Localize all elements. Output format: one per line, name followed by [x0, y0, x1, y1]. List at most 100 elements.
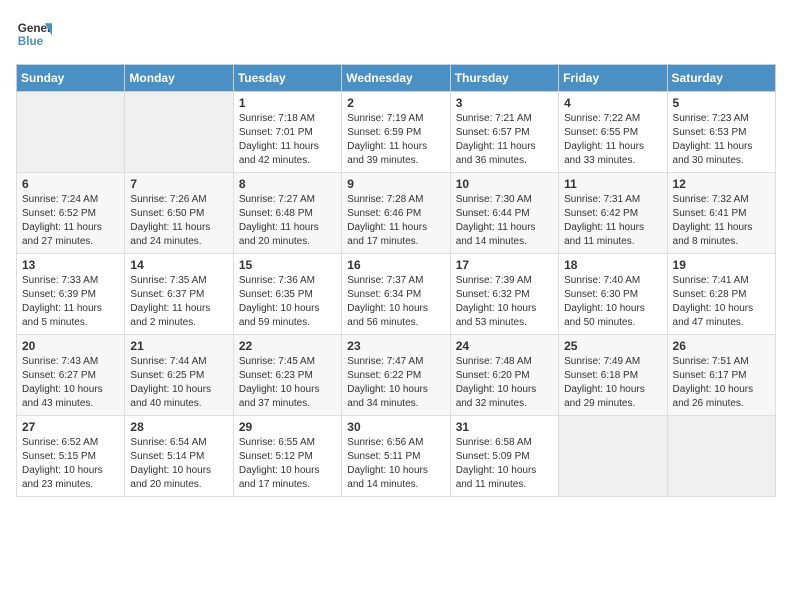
day-info: Sunrise: 7:39 AM Sunset: 6:32 PM Dayligh…: [456, 274, 553, 330]
day-header: Wednesday: [342, 65, 450, 92]
day-info: Sunrise: 7:19 AM Sunset: 6:59 PM Dayligh…: [347, 112, 444, 168]
day-info: Sunrise: 7:41 AM Sunset: 6:28 PM Dayligh…: [673, 274, 770, 330]
day-info: Sunrise: 7:49 AM Sunset: 6:18 PM Dayligh…: [564, 355, 661, 411]
calendar-cell: 30Sunrise: 6:56 AM Sunset: 5:11 PM Dayli…: [342, 416, 450, 497]
day-number: 28: [130, 420, 227, 434]
day-info: Sunrise: 7:40 AM Sunset: 6:30 PM Dayligh…: [564, 274, 661, 330]
day-number: 21: [130, 339, 227, 353]
calendar-cell: 22 Sunrise: 7:45 AM Sunset: 6:23 PM Dayli…: [233, 335, 341, 416]
day-info: Sunrise: 7:45 AM Sunset: 6:23 PM Dayligh…: [239, 355, 336, 411]
day-header: Friday: [559, 65, 667, 92]
day-number: 3: [456, 96, 553, 110]
calendar-body: 1 Sunrise: 7:18 AM Sunset: 7:01 PM Daylig…: [17, 92, 776, 497]
logo: General Blue: [16, 16, 54, 52]
day-number: 4: [564, 96, 661, 110]
calendar-cell: 21 Sunrise: 7:44 AM Sunset: 6:25 PM Dayli…: [125, 335, 233, 416]
calendar-cell: 16Sunrise: 7:37 AM Sunset: 6:34 PM Dayli…: [342, 254, 450, 335]
day-number: 22: [239, 339, 336, 353]
calendar-cell: 31Sunrise: 6:58 AM Sunset: 5:09 PM Dayli…: [450, 416, 558, 497]
day-number: 11: [564, 177, 661, 191]
day-info: Sunrise: 7:51 AM Sunset: 6:17 PM Dayligh…: [673, 355, 770, 411]
day-number: 6: [22, 177, 119, 191]
day-info: Sunrise: 6:54 AM Sunset: 5:14 PM Dayligh…: [130, 436, 227, 492]
calendar-cell: 20Sunrise: 7:43 AM Sunset: 6:27 PM Dayli…: [17, 335, 125, 416]
day-number: 7: [130, 177, 227, 191]
day-info: Sunrise: 7:43 AM Sunset: 6:27 PM Dayligh…: [22, 355, 119, 411]
day-number: 13: [22, 258, 119, 272]
day-header: Saturday: [667, 65, 775, 92]
day-info: Sunrise: 7:36 AM Sunset: 6:35 PM Dayligh…: [239, 274, 336, 330]
day-info: Sunrise: 7:31 AM Sunset: 6:42 PM Dayligh…: [564, 193, 661, 249]
day-number: 30: [347, 420, 444, 434]
calendar-cell: 9 Sunrise: 7:28 AM Sunset: 6:46 PM Daylig…: [342, 173, 450, 254]
calendar-cell: 19 Sunrise: 7:41 AM Sunset: 6:28 PM Dayli…: [667, 254, 775, 335]
calendar-cell: [667, 416, 775, 497]
day-number: 18: [564, 258, 661, 272]
calendar-header: SundayMondayTuesdayWednesdayThursdayFrid…: [17, 65, 776, 92]
calendar-week: 27Sunrise: 6:52 AM Sunset: 5:15 PM Dayli…: [17, 416, 776, 497]
calendar-cell: 10Sunrise: 7:30 AM Sunset: 6:44 PM Dayli…: [450, 173, 558, 254]
day-number: 23: [347, 339, 444, 353]
day-info: Sunrise: 7:27 AM Sunset: 6:48 PM Dayligh…: [239, 193, 336, 249]
svg-text:Blue: Blue: [18, 35, 44, 48]
day-number: 8: [239, 177, 336, 191]
day-info: Sunrise: 7:24 AM Sunset: 6:52 PM Dayligh…: [22, 193, 119, 249]
day-number: 14: [130, 258, 227, 272]
day-number: 2: [347, 96, 444, 110]
day-header: Monday: [125, 65, 233, 92]
day-info: Sunrise: 7:48 AM Sunset: 6:20 PM Dayligh…: [456, 355, 553, 411]
calendar-cell: 8 Sunrise: 7:27 AM Sunset: 6:48 PM Daylig…: [233, 173, 341, 254]
day-number: 31: [456, 420, 553, 434]
day-info: Sunrise: 6:55 AM Sunset: 5:12 PM Dayligh…: [239, 436, 336, 492]
day-info: Sunrise: 7:26 AM Sunset: 6:50 PM Dayligh…: [130, 193, 227, 249]
calendar-cell: 1 Sunrise: 7:18 AM Sunset: 7:01 PM Daylig…: [233, 92, 341, 173]
day-header: Tuesday: [233, 65, 341, 92]
day-info: Sunrise: 6:52 AM Sunset: 5:15 PM Dayligh…: [22, 436, 119, 492]
day-info: Sunrise: 7:32 AM Sunset: 6:41 PM Dayligh…: [673, 193, 770, 249]
calendar-cell: 27Sunrise: 6:52 AM Sunset: 5:15 PM Dayli…: [17, 416, 125, 497]
day-number: 10: [456, 177, 553, 191]
calendar-cell: [559, 416, 667, 497]
calendar-cell: 23 Sunrise: 7:47 AM Sunset: 6:22 PM Dayli…: [342, 335, 450, 416]
day-number: 25: [564, 339, 661, 353]
day-info: Sunrise: 7:33 AM Sunset: 6:39 PM Dayligh…: [22, 274, 119, 330]
calendar-cell: 25 Sunrise: 7:49 AM Sunset: 6:18 PM Dayli…: [559, 335, 667, 416]
calendar-cell: 24 Sunrise: 7:48 AM Sunset: 6:20 PM Dayli…: [450, 335, 558, 416]
day-number: 12: [673, 177, 770, 191]
day-info: Sunrise: 7:22 AM Sunset: 6:55 PM Dayligh…: [564, 112, 661, 168]
day-number: 26: [673, 339, 770, 353]
day-header: Thursday: [450, 65, 558, 92]
calendar-cell: 4 Sunrise: 7:22 AM Sunset: 6:55 PM Daylig…: [559, 92, 667, 173]
calendar-week: 20Sunrise: 7:43 AM Sunset: 6:27 PM Dayli…: [17, 335, 776, 416]
day-number: 1: [239, 96, 336, 110]
day-info: Sunrise: 7:47 AM Sunset: 6:22 PM Dayligh…: [347, 355, 444, 411]
calendar-cell: 18 Sunrise: 7:40 AM Sunset: 6:30 PM Dayli…: [559, 254, 667, 335]
calendar-cell: 2 Sunrise: 7:19 AM Sunset: 6:59 PM Daylig…: [342, 92, 450, 173]
calendar-cell: 13 Sunrise: 7:33 AM Sunset: 6:39 PM Dayli…: [17, 254, 125, 335]
day-info: Sunrise: 7:23 AM Sunset: 6:53 PM Dayligh…: [673, 112, 770, 168]
day-number: 24: [456, 339, 553, 353]
calendar-cell: 12 Sunrise: 7:32 AM Sunset: 6:41 PM Dayli…: [667, 173, 775, 254]
calendar-cell: 14 Sunrise: 7:35 AM Sunset: 6:37 PM Dayli…: [125, 254, 233, 335]
day-number: 15: [239, 258, 336, 272]
calendar-cell: 26 Sunrise: 7:51 AM Sunset: 6:17 PM Dayli…: [667, 335, 775, 416]
calendar-cell: 3 Sunrise: 7:21 AM Sunset: 6:57 PM Daylig…: [450, 92, 558, 173]
day-info: Sunrise: 7:21 AM Sunset: 6:57 PM Dayligh…: [456, 112, 553, 168]
day-header: Sunday: [17, 65, 125, 92]
calendar-cell: [125, 92, 233, 173]
day-number: 17: [456, 258, 553, 272]
day-info: Sunrise: 7:44 AM Sunset: 6:25 PM Dayligh…: [130, 355, 227, 411]
calendar-week: 13 Sunrise: 7:33 AM Sunset: 6:39 PM Dayli…: [17, 254, 776, 335]
calendar-cell: 17 Sunrise: 7:39 AM Sunset: 6:32 PM Dayli…: [450, 254, 558, 335]
day-info: Sunrise: 7:18 AM Sunset: 7:01 PM Dayligh…: [239, 112, 336, 168]
calendar-cell: [17, 92, 125, 173]
calendar-cell: 28 Sunrise: 6:54 AM Sunset: 5:14 PM Dayli…: [125, 416, 233, 497]
day-info: Sunrise: 7:35 AM Sunset: 6:37 PM Dayligh…: [130, 274, 227, 330]
day-number: 9: [347, 177, 444, 191]
calendar-cell: 5Sunrise: 7:23 AM Sunset: 6:53 PM Daylig…: [667, 92, 775, 173]
calendar-cell: 15 Sunrise: 7:36 AM Sunset: 6:35 PM Dayli…: [233, 254, 341, 335]
calendar: SundayMondayTuesdayWednesdayThursdayFrid…: [16, 64, 776, 497]
day-number: 19: [673, 258, 770, 272]
day-info: Sunrise: 7:28 AM Sunset: 6:46 PM Dayligh…: [347, 193, 444, 249]
day-number: 16: [347, 258, 444, 272]
